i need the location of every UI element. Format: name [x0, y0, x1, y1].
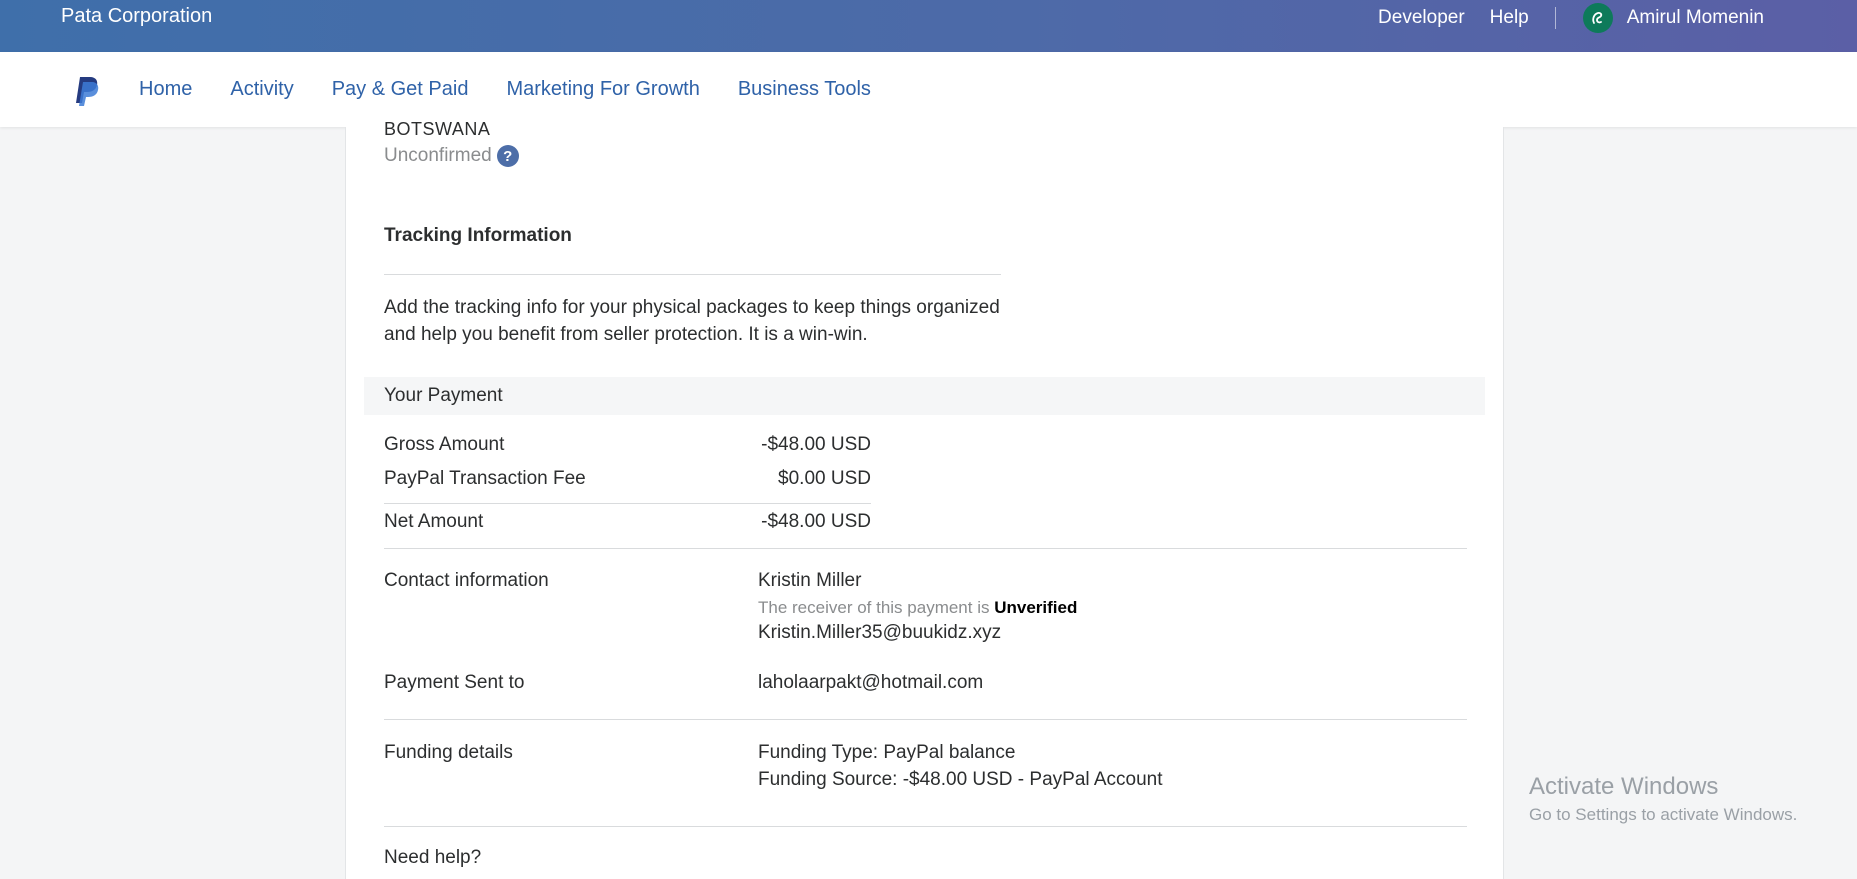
contact-name: Kristin Miller — [758, 570, 862, 591]
net-amount-value: -$48.00 USD — [761, 511, 871, 532]
address-country: BOTSWANA — [384, 119, 491, 139]
funding-details-label: Funding details — [384, 742, 513, 763]
company-name[interactable]: Pata Corporation — [61, 5, 212, 28]
developer-link[interactable]: Developer — [1378, 7, 1465, 29]
transaction-fee-label: PayPal Transaction Fee — [384, 468, 586, 489]
receiver-status: Unverified — [994, 598, 1078, 617]
gross-amount-value: -$48.00 USD — [761, 434, 871, 455]
transaction-fee-value: $0.00 USD — [778, 468, 871, 489]
tracking-description: Add the tracking info for your physical … — [384, 297, 1000, 345]
help-link[interactable]: Help — [1490, 7, 1529, 29]
user-avatar-icon[interactable] — [1582, 3, 1613, 33]
section-divider — [384, 826, 1467, 827]
nav-activity[interactable]: Activity — [230, 78, 293, 101]
nav-marketing-for-growth[interactable]: Marketing For Growth — [506, 78, 699, 101]
profile-logo-icon — [1592, 12, 1602, 24]
payment-sent-to-label: Payment Sent to — [384, 672, 525, 693]
funding-type: Funding Type: PayPal balance — [758, 742, 1016, 763]
tracking-divider — [384, 274, 1001, 275]
activate-windows-watermark: Activate Windows Go to Settings to activ… — [1529, 773, 1797, 825]
contact-info-label: Contact information — [384, 570, 549, 591]
nav-home[interactable]: Home — [139, 78, 192, 101]
funding-source: Funding Source: -$48.00 USD - PayPal Acc… — [758, 769, 1163, 790]
receiver-note-text: The receiver of this payment is — [758, 598, 990, 617]
your-payment-header: Your Payment — [364, 377, 1485, 415]
net-amount-label: Net Amount — [384, 511, 484, 532]
payment-sent-to-value: laholaarpakt@hotmail.com — [758, 672, 984, 693]
section-divider — [384, 719, 1467, 720]
contact-email: Kristin.Miller35@buukidz.xyz — [758, 622, 1002, 643]
top-right-menu: Developer Help Amirul Momenin — [1353, 3, 1764, 33]
header-divider — [1554, 7, 1556, 29]
tracking-title: Tracking Information — [384, 225, 572, 246]
fee-divider — [384, 503, 871, 504]
need-help-title[interactable]: Need help? — [384, 847, 481, 869]
transaction-details-card: BOTSWANA Unconfirmed ? Tracking Informat… — [345, 119, 1504, 879]
watermark-title: Activate Windows — [1529, 773, 1719, 800]
address-status: Unconfirmed ? — [384, 145, 519, 167]
main-navigation: Home Activity Pay & Get Paid Marketing F… — [0, 52, 1857, 127]
help-question-icon[interactable]: ? — [496, 145, 519, 167]
nav-items: Home Activity Pay & Get Paid Marketing F… — [139, 78, 909, 101]
receiver-verification-note: The receiver of this payment is Unverifi… — [758, 598, 1077, 618]
watermark-subtitle: Go to Settings to activate Windows. — [1529, 805, 1798, 824]
address-status-text: Unconfirmed — [384, 145, 492, 166]
user-name[interactable]: Amirul Momenin — [1627, 7, 1764, 29]
nav-business-tools[interactable]: Business Tools — [738, 78, 871, 101]
nav-pay-and-get-paid[interactable]: Pay & Get Paid — [332, 78, 469, 101]
section-divider — [384, 548, 1467, 549]
paypal-logo-icon[interactable] — [72, 75, 100, 112]
gross-amount-label: Gross Amount — [384, 434, 505, 455]
top-header-bar: Pata Corporation Developer Help Amirul M… — [0, 0, 1857, 52]
